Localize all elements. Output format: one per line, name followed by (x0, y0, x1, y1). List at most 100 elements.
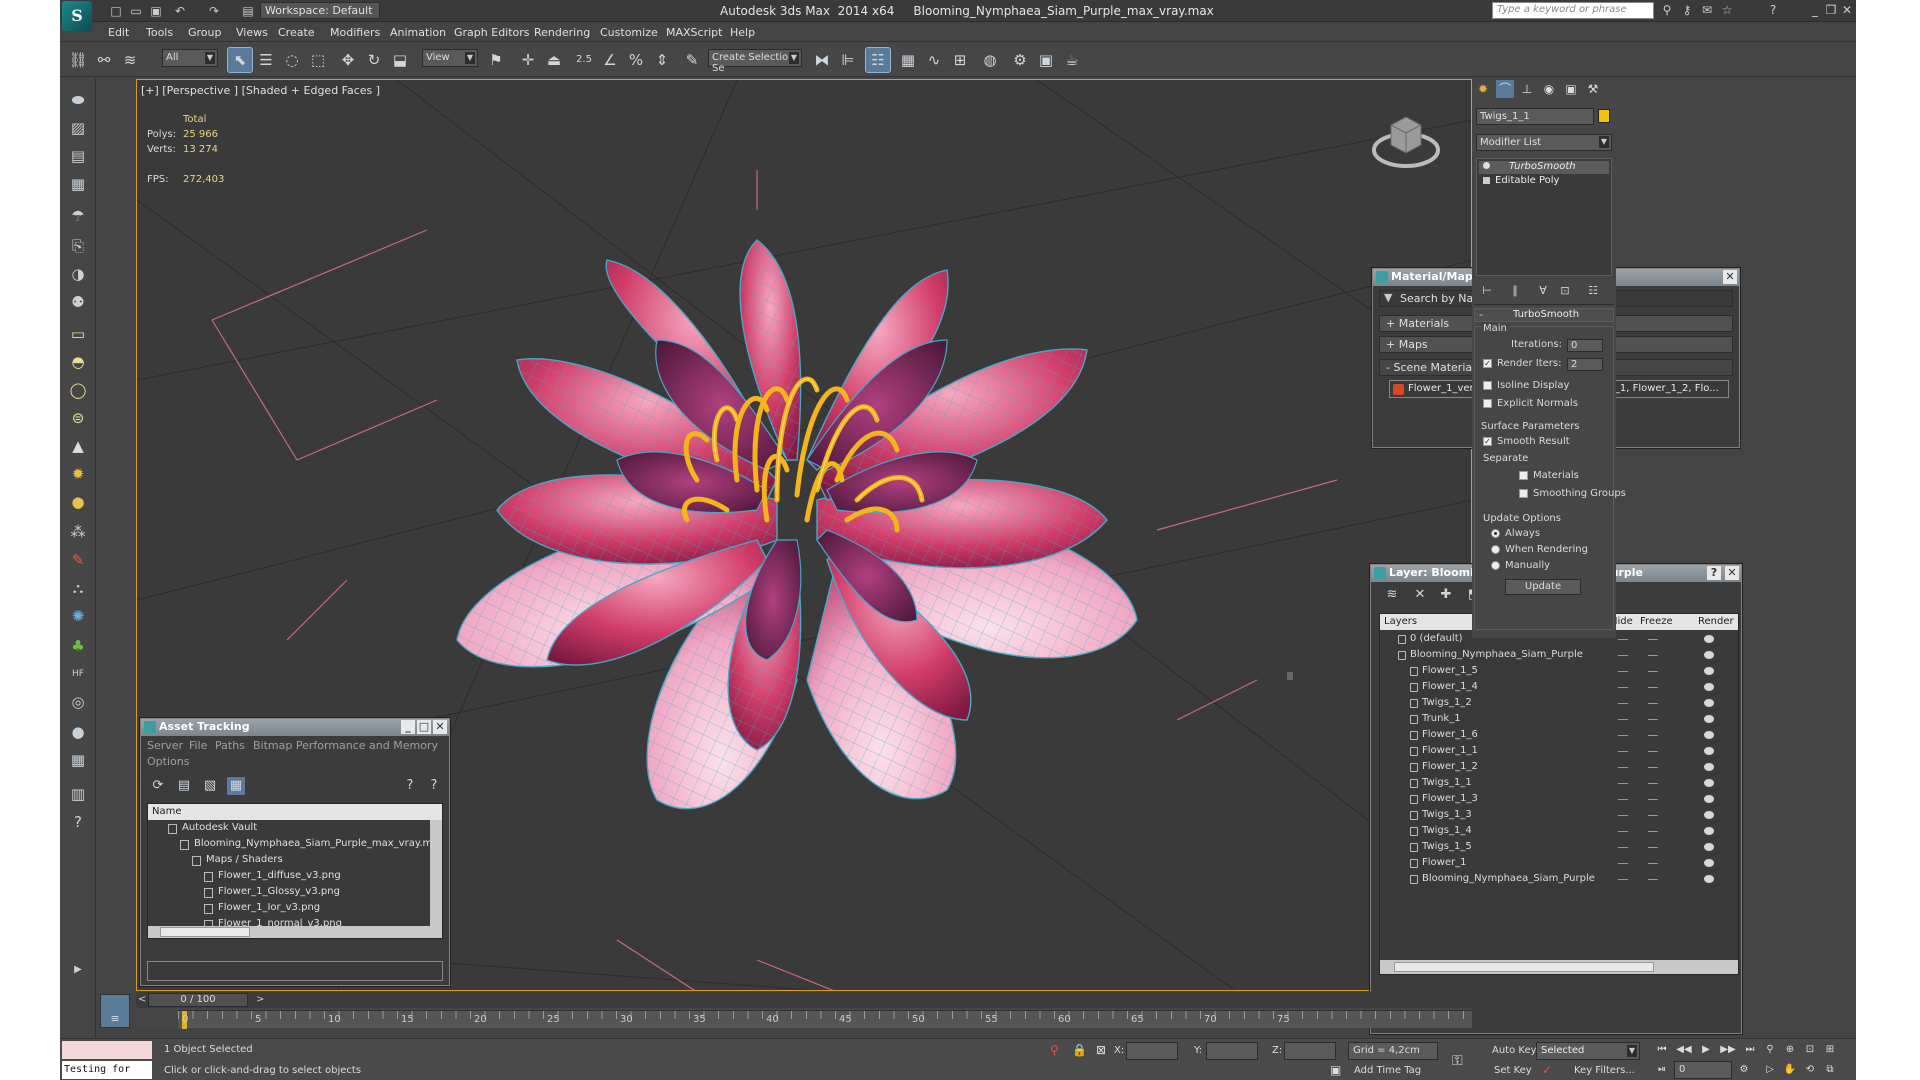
close-icon[interactable]: ✕ (1840, 3, 1854, 17)
viewport-label[interactable]: [+] [Perspective ] [Shaded + Edged Faces… (141, 84, 380, 97)
selection-filter-dropdown[interactable]: All ▼ (162, 49, 218, 67)
workspace-dropdown[interactable]: Workspace: Default (260, 2, 380, 19)
explicit-normals-checkbox[interactable] (1483, 399, 1492, 408)
next-frame-icon[interactable]: > (256, 994, 264, 1005)
graphite-ribbon-icon[interactable]: ▦ (896, 48, 920, 72)
hide-toggle[interactable] (1618, 735, 1628, 736)
lightbulb-icon[interactable] (1483, 162, 1490, 169)
render-teapot-icon[interactable] (1704, 651, 1714, 659)
asset-row[interactable]: Flower_1_Ior_v3.png (148, 901, 428, 917)
freeze-toggle[interactable] (1648, 783, 1658, 784)
menu-options[interactable]: Options (147, 755, 189, 768)
scale-icon[interactable]: ⬓ (388, 48, 412, 72)
menu-customize[interactable]: Customize (600, 26, 658, 39)
render-teapot-icon[interactable] (1704, 859, 1714, 867)
current-frame-field[interactable]: 0 (1674, 1061, 1732, 1079)
new-file-icon[interactable]: □ (108, 3, 124, 19)
render-teapot-icon[interactable] (1704, 731, 1714, 739)
close-icon[interactable]: ✕ (1723, 270, 1737, 284)
freeze-toggle[interactable] (1648, 751, 1658, 752)
snaps-toggle-icon[interactable]: 2.5 (572, 48, 596, 72)
grid-icon[interactable]: ▦ (66, 748, 90, 772)
hide-toggle[interactable] (1618, 847, 1628, 848)
hide-toggle[interactable] (1618, 639, 1628, 640)
make-unique-icon[interactable]: ∀ (1534, 282, 1552, 300)
menu-maxscript[interactable]: MAXScript (666, 26, 722, 39)
zoom-extents-all-icon[interactable]: ⊞ (1822, 1043, 1838, 1057)
layer-manager-icon[interactable]: ☷ (865, 47, 891, 73)
menu-edit[interactable]: Edit (108, 26, 129, 39)
spinner-snap-icon[interactable]: ⇕ (650, 48, 674, 72)
isolate-selection-icon[interactable]: ⚲ (1050, 1043, 1059, 1057)
list-icon[interactable]: ▤ (66, 144, 90, 168)
space-warp-icon[interactable]: ⚉ (66, 290, 90, 314)
select-by-name-icon[interactable]: ☰ (254, 48, 278, 72)
minimize-icon[interactable]: _ (1808, 3, 1822, 17)
freeze-toggle[interactable] (1648, 815, 1658, 816)
render-iters-checkbox[interactable]: ✓ (1483, 359, 1492, 368)
create-tab-icon[interactable]: ✹ (1474, 80, 1492, 98)
stack-item-editable-poly[interactable]: Editable Poly (1479, 175, 1609, 188)
show-end-result-icon[interactable]: ∥ (1506, 282, 1524, 300)
zoom-extents-icon[interactable]: ⊡ (1802, 1043, 1818, 1057)
time-config-icon[interactable]: ⚙ (1736, 1063, 1752, 1077)
curve-editor-icon[interactable]: ∿ (922, 48, 946, 72)
layer-row[interactable]: Flower_1_1 (1380, 744, 1738, 760)
set-key-mode-icon[interactable]: ⚿ (1452, 1053, 1463, 1069)
freeze-toggle[interactable] (1648, 847, 1658, 848)
asset-row[interactable]: Blooming_Nymphaea_Siam_Purple_max_vray.m… (148, 837, 442, 853)
pin-stack-icon[interactable]: ⊢ (1478, 282, 1496, 300)
remove-modifier-icon[interactable]: ⊡ (1556, 282, 1574, 300)
layer-row[interactable]: Flower_1_4 (1380, 680, 1738, 696)
particles-icon[interactable]: ⁂ (66, 520, 90, 544)
hair-icon[interactable]: ✎ (66, 548, 90, 572)
named-selection-dropdown[interactable]: Create Selection Se ▼ (708, 49, 802, 74)
edit-named-selection-icon[interactable]: ✎ (680, 48, 704, 72)
menu-views[interactable]: Views (236, 26, 268, 39)
subscription-icon[interactable]: ⚷ (1680, 3, 1694, 17)
render-teapot-icon[interactable] (1704, 699, 1714, 707)
project-folder-icon[interactable]: ▤ (240, 3, 256, 19)
expand-arrow-icon[interactable]: ▶ (66, 958, 90, 982)
freeze-toggle[interactable] (1648, 719, 1658, 720)
rotate-icon[interactable]: ↻ (362, 48, 386, 72)
render-teapot-icon[interactable] (1704, 747, 1714, 755)
hide-toggle[interactable] (1618, 831, 1628, 832)
hide-toggle[interactable] (1618, 767, 1628, 768)
menu-modifiers[interactable]: Modifiers (330, 26, 380, 39)
list-view-icon[interactable]: ▤ (175, 777, 193, 795)
update-manually-radio[interactable] (1491, 561, 1500, 570)
absolute-mode-icon[interactable]: ⊠ (1096, 1043, 1106, 1057)
mirror-icon[interactable]: ⧓ (810, 48, 834, 72)
help-icon[interactable]: ? (425, 777, 443, 795)
auto-key-button[interactable]: Auto Key (1492, 1045, 1537, 1056)
column-layers[interactable]: Layers (1384, 616, 1417, 627)
close-icon[interactable]: ✕ (433, 720, 447, 734)
select-object-icon[interactable]: ⬉ (227, 47, 253, 73)
app-logo-icon[interactable]: S (62, 1, 92, 31)
freeze-toggle[interactable] (1648, 863, 1658, 864)
foliage-icon[interactable]: ♣ (66, 634, 90, 658)
viewcube-icon[interactable] (1371, 105, 1441, 175)
new-layer-icon[interactable]: ≋ (1383, 586, 1401, 604)
hf-icon[interactable]: HF (66, 662, 90, 686)
add-to-layer-icon[interactable]: ✚ (1437, 586, 1455, 604)
object-name-field[interactable]: Twigs_1_1 (1476, 108, 1594, 125)
angle-snap-icon[interactable]: ∠ (598, 48, 622, 72)
hide-toggle[interactable] (1618, 703, 1628, 704)
hide-toggle[interactable] (1618, 751, 1628, 752)
lock-selection-icon[interactable]: 🔒 (1072, 1043, 1087, 1057)
update-always-radio[interactable] (1491, 529, 1500, 538)
bind-to-space-warp-icon[interactable]: ≋ (118, 48, 142, 72)
material-editor-icon[interactable]: ◍ (978, 48, 1002, 72)
menu-graph-editors[interactable]: Graph Editors (454, 26, 530, 39)
render-production-icon[interactable]: ☕ (1060, 48, 1084, 72)
freeze-toggle[interactable] (1648, 799, 1658, 800)
keyboard-shortcut-icon[interactable]: ⏏ (542, 48, 566, 72)
next-key-icon[interactable]: ▶▶ (1720, 1043, 1736, 1057)
freeze-toggle[interactable] (1648, 831, 1658, 832)
percent-snap-icon[interactable]: % (624, 48, 648, 72)
hide-toggle[interactable] (1618, 783, 1628, 784)
menu-server[interactable]: Server (147, 739, 183, 752)
light-icon[interactable]: ☂ (66, 204, 90, 228)
